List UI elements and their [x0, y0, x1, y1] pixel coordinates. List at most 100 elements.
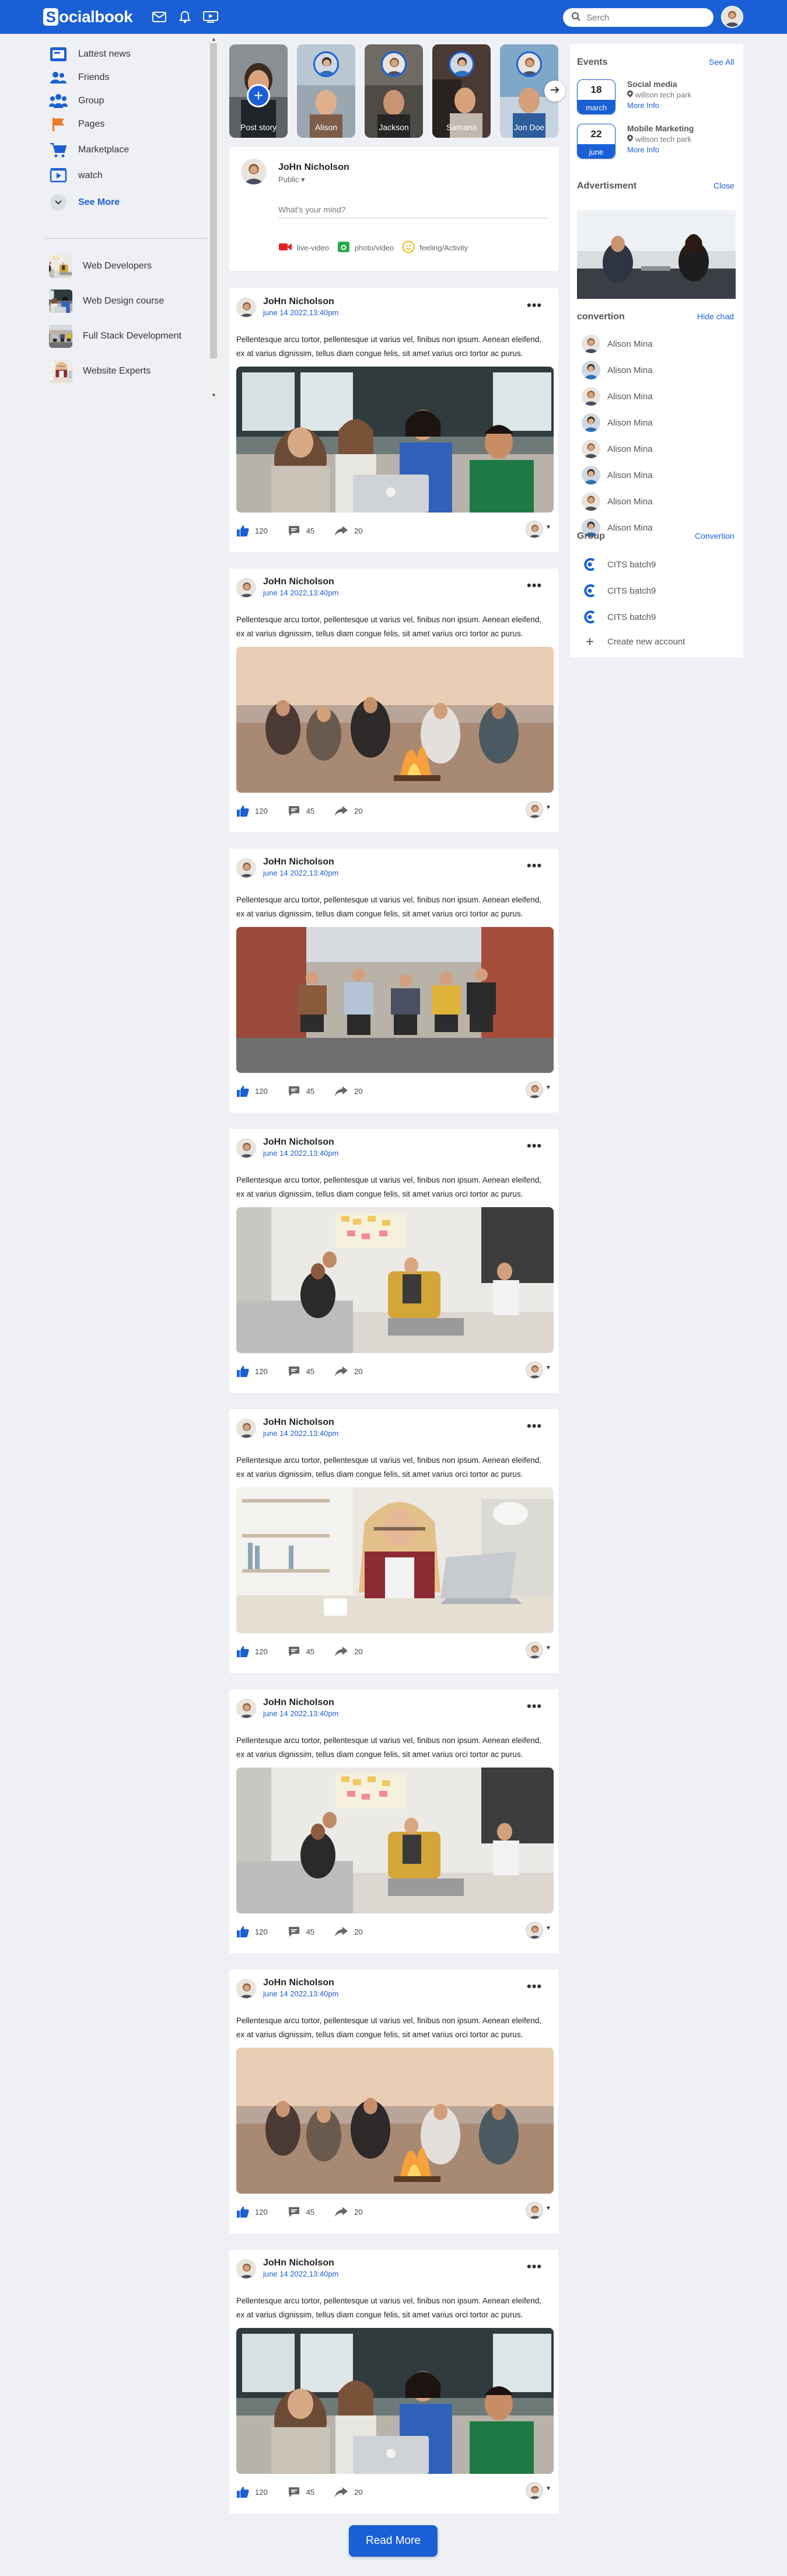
sidebar-item-marketplace[interactable]: Marketplace — [49, 140, 129, 160]
avatar[interactable] — [236, 1138, 256, 1158]
avatar[interactable] — [236, 2259, 256, 2279]
avatar[interactable] — [236, 1418, 256, 1438]
caret-down-icon[interactable]: ▼ — [545, 1085, 551, 1091]
sidebar-item-friends[interactable]: Friends — [49, 68, 109, 88]
like-button[interactable]: 120 — [236, 1365, 268, 1378]
post-image[interactable] — [236, 1768, 554, 1913]
photo-video-button[interactable]: photo/video — [337, 241, 394, 255]
conversation-link[interactable]: Convertion — [695, 531, 734, 541]
comment-button[interactable]: 45 — [288, 1926, 314, 1937]
avatar[interactable] — [236, 1979, 256, 1999]
reactor-avatar[interactable] — [526, 1641, 543, 1659]
post-author[interactable]: JoHn Nicholson — [263, 577, 334, 587]
story-card[interactable]: Jackson — [365, 44, 423, 138]
post-author[interactable]: JoHn Nicholson — [263, 297, 334, 307]
post-author[interactable]: JoHn Nicholson — [263, 1137, 334, 1148]
contact-item[interactable]: Alison Mina — [582, 335, 653, 353]
reactor-avatar[interactable] — [526, 2482, 543, 2500]
sidebar-group-item[interactable]: Web Design course — [49, 290, 164, 313]
share-button[interactable]: 20 — [334, 1926, 363, 1937]
more-options-icon[interactable]: ••• — [527, 858, 542, 873]
like-button[interactable]: 120 — [236, 1925, 268, 1938]
advertisement-image[interactable] — [577, 210, 736, 299]
search-box[interactable] — [563, 8, 713, 27]
sidebar-item-pages[interactable]: Pages — [49, 114, 104, 134]
logo[interactable]: S ocialbook — [43, 7, 133, 27]
reactor-avatar[interactable] — [526, 1922, 543, 1939]
mail-icon[interactable] — [152, 9, 167, 25]
hide-chat-link[interactable]: Hide chad — [697, 312, 734, 321]
caret-down-icon[interactable]: ▼ — [545, 804, 551, 811]
contact-item[interactable]: Alison Mina — [582, 466, 653, 484]
like-button[interactable]: 120 — [236, 1085, 268, 1097]
post-author[interactable]: JoHn Nicholson — [263, 1697, 334, 1708]
see-all-link[interactable]: See All — [709, 57, 734, 67]
group-item[interactable]: CITS batch9 — [582, 608, 656, 626]
comment-button[interactable]: 45 — [288, 2206, 314, 2218]
share-button[interactable]: 20 — [334, 2486, 363, 2498]
story-card[interactable]: Alison — [297, 44, 355, 138]
visibility-select[interactable]: Public ▾ — [278, 175, 305, 184]
reactor-avatar[interactable] — [526, 1081, 543, 1099]
sidebar-item-watch[interactable]: watch — [49, 166, 103, 186]
scroll-up-icon[interactable]: ▲ — [211, 36, 216, 42]
avatar[interactable] — [236, 298, 256, 318]
more-options-icon[interactable]: ••• — [527, 1979, 542, 1994]
close-ad-link[interactable]: Close — [713, 181, 734, 190]
like-button[interactable]: 120 — [236, 1645, 268, 1658]
share-button[interactable]: 20 — [334, 1085, 363, 1097]
story-card[interactable]: + Post story — [229, 44, 288, 138]
avatar[interactable] — [236, 1699, 256, 1719]
create-account-button[interactable]: Create new account — [582, 633, 685, 650]
share-button[interactable]: 20 — [334, 525, 363, 536]
contact-item[interactable]: Alison Mina — [582, 493, 653, 510]
caret-down-icon[interactable]: ▼ — [545, 1365, 551, 1371]
see-more-button[interactable]: See More — [49, 193, 120, 212]
sidebar-scroll-thumb[interactable] — [210, 43, 217, 358]
post-image[interactable] — [236, 1487, 554, 1633]
contact-item[interactable]: Alison Mina — [582, 414, 653, 431]
post-author[interactable]: JoHn Nicholson — [263, 857, 334, 867]
avatar[interactable] — [236, 578, 256, 598]
like-button[interactable]: 120 — [236, 2486, 268, 2498]
comment-button[interactable]: 45 — [288, 1646, 314, 1657]
avatar[interactable] — [236, 858, 256, 878]
post-image[interactable] — [236, 367, 554, 513]
share-button[interactable]: 20 — [334, 1365, 363, 1377]
share-button[interactable]: 20 — [334, 2206, 363, 2218]
post-author[interactable]: JoHn Nicholson — [263, 2258, 334, 2268]
more-options-icon[interactable]: ••• — [527, 2259, 542, 2274]
more-options-icon[interactable]: ••• — [527, 1699, 542, 1714]
post-image[interactable] — [236, 1207, 554, 1353]
more-info-link[interactable]: More Info — [627, 145, 694, 154]
sidebar-item-news[interactable]: Lattest news — [49, 44, 131, 64]
caret-down-icon[interactable]: ▼ — [545, 524, 551, 531]
more-options-icon[interactable]: ••• — [527, 298, 542, 313]
reactor-avatar[interactable] — [526, 801, 543, 818]
contact-item[interactable]: Alison Mina — [582, 388, 653, 405]
add-story-icon[interactable]: + — [247, 84, 270, 107]
story-next-button[interactable] — [544, 81, 565, 102]
like-button[interactable]: 120 — [236, 524, 268, 537]
group-item[interactable]: CITS batch9 — [582, 582, 656, 599]
post-author[interactable]: JoHn Nicholson — [263, 1417, 334, 1428]
sidebar-group-item[interactable]: Full Stack Development — [49, 325, 181, 348]
scroll-down-icon[interactable]: ▼ — [211, 392, 216, 398]
like-button[interactable]: 120 — [236, 804, 268, 817]
live-video-button[interactable]: live-video — [278, 242, 329, 254]
post-image[interactable] — [236, 2048, 554, 2194]
sidebar-item-group[interactable]: Group — [49, 91, 104, 111]
story-card[interactable]: Samana — [432, 44, 491, 138]
bell-icon[interactable] — [177, 9, 193, 25]
reactor-avatar[interactable] — [526, 1361, 543, 1379]
video-icon[interactable] — [203, 9, 218, 25]
reactor-avatar[interactable] — [526, 2202, 543, 2219]
comment-button[interactable]: 45 — [288, 805, 314, 817]
more-options-icon[interactable]: ••• — [527, 1138, 542, 1153]
comment-button[interactable]: 45 — [288, 2486, 314, 2498]
comment-button[interactable]: 45 — [288, 1365, 314, 1377]
more-info-link[interactable]: More Info — [627, 101, 691, 110]
more-options-icon[interactable]: ••• — [527, 1418, 542, 1434]
reactor-avatar[interactable] — [526, 521, 543, 538]
group-item[interactable]: CITS batch9 — [582, 556, 656, 573]
